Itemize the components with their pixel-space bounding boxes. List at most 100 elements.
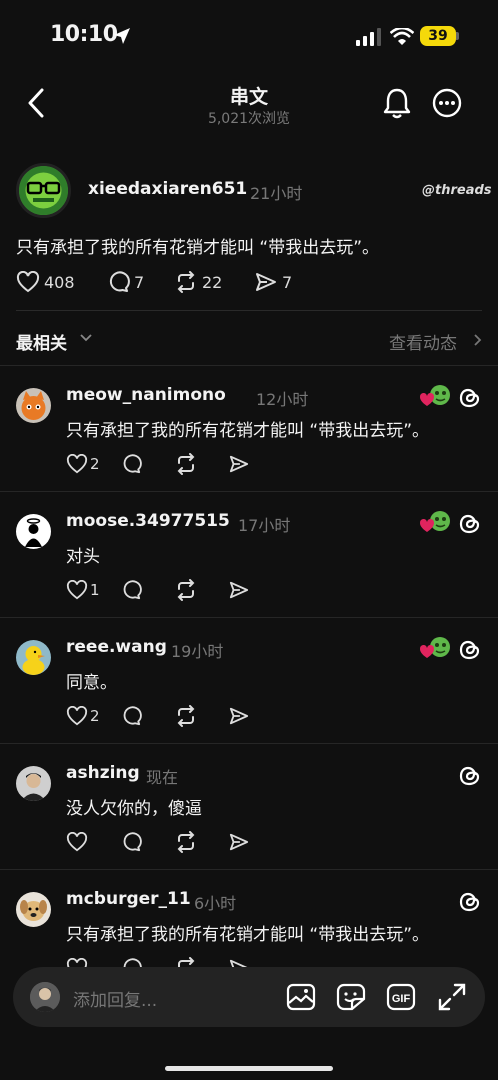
- reply-username[interactable]: meow_nanimono: [66, 385, 226, 405]
- reply-text: 没人欠你的，傻逼: [66, 799, 202, 819]
- reply-share-button[interactable]: [228, 706, 268, 726]
- threads-icon[interactable]: [458, 890, 482, 914]
- send-icon: [228, 706, 250, 726]
- reply-comment-button[interactable]: [120, 580, 174, 600]
- sticker-icon[interactable]: [336, 983, 366, 1011]
- reply-share-button[interactable]: [228, 580, 268, 600]
- reply-avatar[interactable]: [16, 514, 51, 549]
- reply-repost-button[interactable]: [174, 453, 228, 475]
- post-timestamp: 21小时: [250, 184, 303, 203]
- reply-repost-button[interactable]: [174, 831, 228, 853]
- reply-timestamp: 现在: [146, 768, 179, 787]
- repost-icon: [174, 579, 198, 601]
- threads-icon[interactable]: [458, 512, 482, 536]
- reply-share-button[interactable]: [228, 454, 268, 474]
- page-title: 串文: [229, 86, 268, 108]
- expand-icon[interactable]: [437, 982, 467, 1012]
- reply-input[interactable]: 添加回复...: [73, 986, 157, 1011]
- share-count: 7: [282, 272, 293, 292]
- reply-username[interactable]: reee.wang: [66, 637, 167, 657]
- heart-icon: [66, 454, 88, 474]
- reply-item[interactable]: meow_nanimono 12小时 只有承担了我的所有花销才能叫 “带我出去玩”。…: [0, 366, 498, 492]
- reply-username[interactable]: mcburger_11: [66, 889, 191, 909]
- repost-icon: [174, 705, 198, 727]
- reply-comment-button[interactable]: [120, 706, 174, 726]
- like-button[interactable]: 408: [16, 271, 75, 293]
- liked-by-author-badge-icon: [418, 510, 452, 534]
- comment-button[interactable]: 7: [106, 271, 144, 293]
- like-count: 408: [44, 272, 75, 292]
- threads-icon[interactable]: [458, 764, 482, 788]
- battery-indicator: 39: [420, 26, 456, 46]
- reply-item[interactable]: moose.34977515 17小时对头 1: [0, 492, 498, 618]
- repost-button[interactable]: 22: [174, 271, 222, 293]
- comment-icon: [120, 832, 142, 852]
- reply-timestamp: 6小时: [194, 894, 237, 913]
- heart-icon: [16, 271, 40, 293]
- threads-brand-logo[interactable]: @threads: [422, 183, 492, 198]
- home-indicator: [165, 1066, 333, 1071]
- reply-username[interactable]: moose.34977515: [66, 511, 230, 531]
- my-avatar: [30, 982, 60, 1012]
- reply-share-button[interactable]: [228, 832, 268, 852]
- reply-text: 只有承担了我的所有花销才能叫 “带我出去玩”。: [66, 925, 430, 945]
- reply-comment-button[interactable]: [120, 454, 174, 474]
- reply-text: 对头: [66, 547, 100, 567]
- reply-like-count: 2: [90, 707, 100, 725]
- post-author-avatar[interactable]: [16, 163, 71, 218]
- repost-icon: [174, 271, 198, 293]
- comment-icon: [106, 271, 130, 293]
- threads-icon: @: [422, 183, 435, 198]
- reply-timestamp: 17小时: [238, 516, 291, 535]
- threads-icon[interactable]: [458, 638, 482, 662]
- reply-item[interactable]: reee.wang 19小时同意。 2: [0, 618, 498, 744]
- sort-dropdown[interactable]: 最相关: [16, 329, 67, 354]
- location-arrow-icon: [112, 26, 132, 46]
- reply-repost-button[interactable]: [174, 579, 228, 601]
- image-icon[interactable]: [286, 983, 316, 1011]
- gif-icon[interactable]: GIF: [386, 983, 416, 1011]
- chevron-right-icon[interactable]: [473, 333, 483, 347]
- heart-icon: [66, 832, 88, 852]
- reply-like-button[interactable]: 1: [66, 580, 120, 600]
- reply-timestamp: 12小时: [256, 390, 309, 409]
- chevron-down-icon[interactable]: [79, 333, 93, 343]
- notification-bell-icon[interactable]: [382, 87, 412, 119]
- post-author-name[interactable]: xieedaxiaren651: [88, 179, 247, 199]
- reply-item[interactable]: ashzing 现在没人欠你的，傻逼: [0, 744, 498, 870]
- reply-repost-button[interactable]: [174, 705, 228, 727]
- reply-avatar[interactable]: [16, 766, 51, 801]
- reply-username[interactable]: ashzing: [66, 763, 140, 783]
- reply-like-count: 1: [90, 581, 100, 599]
- send-icon: [228, 454, 250, 474]
- reply-avatar[interactable]: [16, 892, 51, 927]
- battery-tip: [456, 32, 459, 40]
- heart-icon: [66, 580, 88, 600]
- threads-icon[interactable]: [458, 386, 482, 410]
- reply-like-button[interactable]: [66, 832, 120, 852]
- repost-icon: [174, 831, 198, 853]
- send-icon: [228, 832, 250, 852]
- reply-text: 同意。: [66, 673, 117, 693]
- reply-like-button[interactable]: 2: [66, 706, 120, 726]
- reply-comment-button[interactable]: [120, 832, 174, 852]
- status-time: 10:10: [50, 22, 118, 47]
- post-body: 只有承担了我的所有花销才能叫 “带我出去玩”。: [16, 238, 380, 258]
- reply-avatar[interactable]: [16, 640, 51, 675]
- reply-like-button[interactable]: 2: [66, 454, 120, 474]
- share-button[interactable]: 7: [254, 271, 292, 293]
- cellular-signal-icon: [356, 28, 382, 46]
- comment-icon: [120, 580, 142, 600]
- heart-icon: [66, 706, 88, 726]
- more-options-icon[interactable]: [432, 88, 462, 118]
- reply-avatar[interactable]: [16, 388, 51, 423]
- send-icon: [228, 580, 250, 600]
- repost-icon: [174, 453, 198, 475]
- svg-text:GIF: GIF: [392, 993, 411, 1005]
- reply-timestamp: 19小时: [171, 642, 224, 661]
- repost-count: 22: [202, 272, 223, 292]
- comment-icon: [120, 454, 142, 474]
- reply-like-count: 2: [90, 455, 100, 473]
- comment-icon: [120, 706, 142, 726]
- view-activity-link[interactable]: 查看动态: [389, 329, 457, 354]
